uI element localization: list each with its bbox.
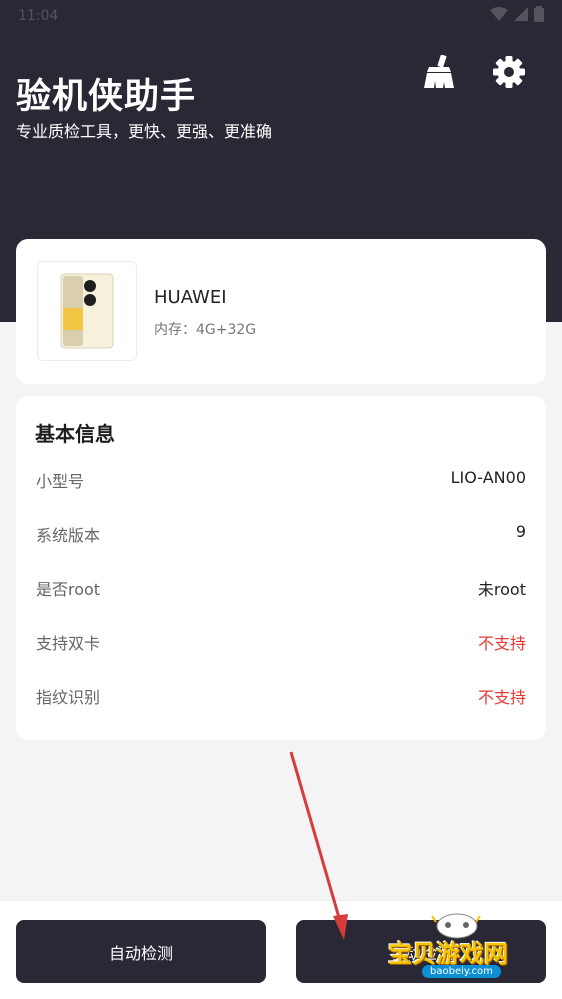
status-time: 11:04 <box>18 8 59 24</box>
broom-icon <box>424 55 454 88</box>
basic-info-card: 基本信息 小型号 LIO-AN00 系统版本 9 是否root 未root 支持… <box>16 396 546 740</box>
auto-detect-button[interactable]: 自动检测 <box>16 920 266 983</box>
gear-icon <box>493 56 525 88</box>
info-row-dual-sim: 支持双卡 不支持 <box>36 624 526 654</box>
signal-icon <box>514 7 528 21</box>
info-value: 9 <box>515 522 526 541</box>
basic-info-title: 基本信息 <box>35 422 115 446</box>
manual-detect-button[interactable]: 手动检测 <box>296 920 546 983</box>
device-card[interactable]: HUAWEI 内存：4G+32G <box>16 239 546 384</box>
clean-button[interactable] <box>418 52 458 92</box>
info-value-negative: 不支持 <box>477 634 526 653</box>
info-label: 系统版本 <box>36 526 101 545</box>
status-bar: 11:04 <box>0 0 562 32</box>
info-row-fingerprint: 指纹识别 不支持 <box>36 678 526 708</box>
info-label: 指纹识别 <box>36 688 101 707</box>
app-screen: 11:04 验机侠助手 专业质检工具，更快、更强、更准确 HUAWEI 内存：4… <box>0 0 562 999</box>
info-value-negative: 不支持 <box>477 688 526 707</box>
settings-button[interactable] <box>489 52 529 92</box>
info-row-system-version: 系统版本 9 <box>36 516 526 546</box>
info-value: 未root <box>477 580 526 599</box>
app-subtitle: 专业质检工具，更快、更强、更准确 <box>16 122 273 141</box>
info-row-model: 小型号 LIO-AN00 <box>36 462 526 492</box>
device-image <box>37 261 137 361</box>
device-memory: 内存：4G+32G <box>154 322 257 338</box>
battery-icon <box>534 6 544 22</box>
phone-image <box>60 273 114 349</box>
info-value: LIO-AN00 <box>450 468 526 487</box>
bottom-action-bar: 自动检测 手动检测 <box>0 900 562 999</box>
status-icons <box>490 6 544 22</box>
info-row-root: 是否root 未root <box>36 570 526 600</box>
wifi-icon <box>490 7 508 21</box>
info-label: 支持双卡 <box>36 634 101 653</box>
info-label: 小型号 <box>36 472 85 491</box>
info-label: 是否root <box>36 580 101 599</box>
device-name: HUAWEI <box>154 287 227 308</box>
app-title: 验机侠助手 <box>16 77 197 117</box>
